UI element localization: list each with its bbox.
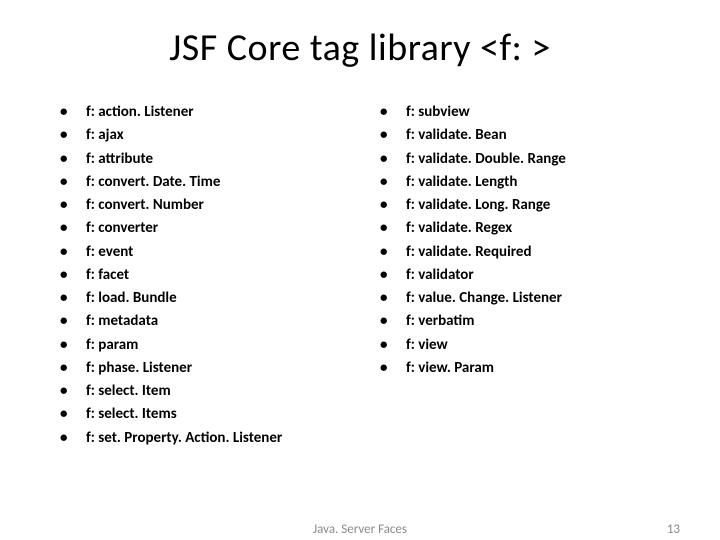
slide-title: JSF Core tag library <f: > <box>40 25 680 71</box>
list-item: f: verbatim <box>380 310 680 333</box>
list-item: f: phase. Listener <box>60 357 360 380</box>
list-item: f: validator <box>380 264 680 287</box>
list-item: f: facet <box>60 264 360 287</box>
list-item: f: metadata <box>60 310 360 333</box>
slide: JSF Core tag library <f: > f: action. Li… <box>0 0 720 540</box>
list-item: f: validate. Regex <box>380 217 680 240</box>
list-item: f: select. Item <box>60 380 360 403</box>
list-item: f: view. Param <box>380 357 680 380</box>
left-column: f: action. Listenerf: ajaxf: attributef:… <box>40 101 360 450</box>
list-item: f: action. Listener <box>60 101 360 124</box>
content-columns: f: action. Listenerf: ajaxf: attributef:… <box>40 101 680 450</box>
left-list: f: action. Listenerf: ajaxf: attributef:… <box>40 101 360 450</box>
list-item: f: validate. Bean <box>380 124 680 147</box>
list-item: f: subview <box>380 101 680 124</box>
list-item: f: set. Property. Action. Listener <box>60 427 360 450</box>
list-item: f: convert. Date. Time <box>60 171 360 194</box>
list-item: f: param <box>60 334 360 357</box>
list-item: f: validate. Length <box>380 171 680 194</box>
list-item: f: convert. Number <box>60 194 360 217</box>
list-item: f: validate. Required <box>380 241 680 264</box>
list-item: f: event <box>60 241 360 264</box>
right-column: f: subviewf: validate. Beanf: validate. … <box>360 101 680 450</box>
list-item: f: value. Change. Listener <box>380 287 680 310</box>
list-item: f: ajax <box>60 124 360 147</box>
list-item: f: view <box>380 334 680 357</box>
slide-number: 13 <box>667 522 680 537</box>
list-item: f: validate. Long. Range <box>380 194 680 217</box>
right-list: f: subviewf: validate. Beanf: validate. … <box>360 101 680 380</box>
list-item: f: select. Items <box>60 403 360 426</box>
footer-center-text: Java. Server Faces <box>313 522 407 537</box>
list-item: f: validate. Double. Range <box>380 148 680 171</box>
list-item: f: attribute <box>60 148 360 171</box>
list-item: f: converter <box>60 217 360 240</box>
list-item: f: load. Bundle <box>60 287 360 310</box>
